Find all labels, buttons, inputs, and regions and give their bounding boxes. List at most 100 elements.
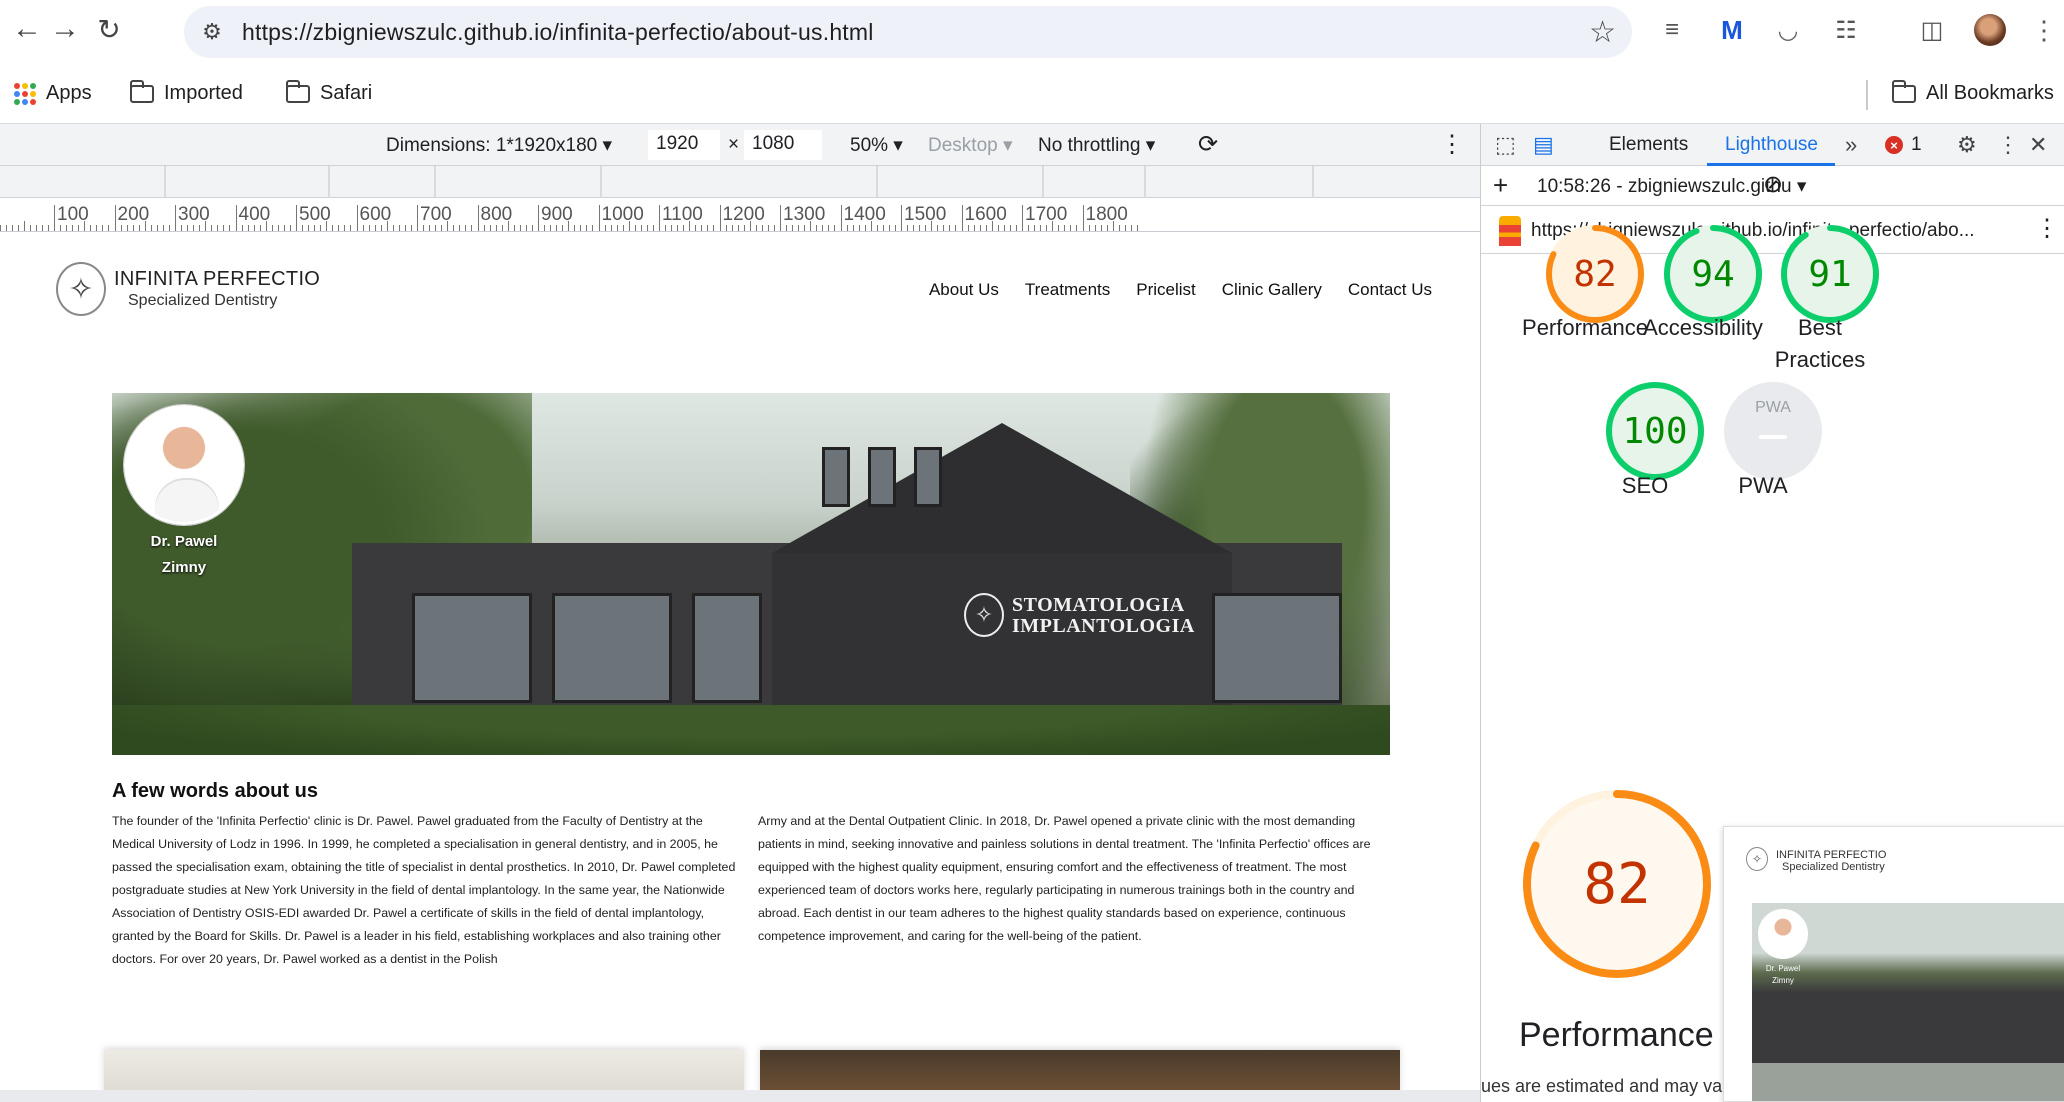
nav-link-pricelist[interactable]: Pricelist bbox=[1136, 280, 1196, 300]
device-type-dropdown[interactable]: Desktop ▾ bbox=[928, 134, 1013, 157]
score-value: 94 bbox=[1691, 253, 1735, 295]
hero-window bbox=[692, 593, 762, 703]
reload-icon[interactable]: ↻ bbox=[92, 12, 126, 46]
clear-reports-icon[interactable]: ⊘ bbox=[1763, 170, 1783, 199]
puzzle-extensions-icon[interactable]: ☷ bbox=[1830, 14, 1862, 46]
media-query-tick[interactable] bbox=[328, 166, 330, 198]
more-tabs-icon[interactable]: » bbox=[1845, 132, 1857, 158]
dimensions-dropdown[interactable]: Dimensions: 1*1920x180 ▾ bbox=[386, 134, 612, 157]
ruler-tick bbox=[23, 221, 25, 231]
ruler-tick bbox=[398, 225, 400, 231]
media-query-tick[interactable] bbox=[1312, 166, 1314, 198]
site-settings-icon[interactable]: ⚙ bbox=[198, 18, 226, 46]
ruler-tick bbox=[271, 225, 273, 231]
address-url[interactable]: https://zbigniewszulc.github.io/infinita… bbox=[242, 19, 874, 46]
building-sign-logo-icon: ✧ bbox=[964, 593, 1004, 637]
ruler-tick bbox=[338, 225, 340, 231]
media-query-tick[interactable] bbox=[1144, 166, 1146, 198]
nav-link-treatments[interactable]: Treatments bbox=[1025, 280, 1110, 300]
devtools-menu-icon[interactable]: ⋮ bbox=[1997, 132, 2019, 158]
ruler-tick bbox=[828, 225, 830, 231]
score-label: Accessibility bbox=[1643, 315, 1763, 340]
media-query-tick[interactable] bbox=[600, 166, 602, 198]
about-text-col-2: Army and at the Dental Outpatient Clinic… bbox=[758, 814, 1371, 943]
score-gauge-seo[interactable]: 100 bbox=[1603, 379, 1707, 483]
media-query-bar[interactable] bbox=[0, 166, 1480, 198]
tab-lighthouse[interactable]: Lighthouse bbox=[1725, 134, 1818, 156]
report-menu-icon[interactable]: ⋮ bbox=[2035, 214, 2059, 243]
dimension-times: × bbox=[728, 134, 740, 155]
hero-window bbox=[552, 593, 672, 703]
tab-search-icon[interactable]: ≡ bbox=[1656, 14, 1688, 46]
address-bar[interactable]: ⚙ https://zbigniewszulc.github.io/infini… bbox=[184, 6, 1632, 58]
media-query-tick[interactable] bbox=[164, 166, 166, 198]
score-label: Best Practices bbox=[1774, 315, 1866, 372]
device-toolbar-menu-icon[interactable]: ⋮ bbox=[1440, 130, 1464, 159]
media-query-tick[interactable] bbox=[1042, 166, 1044, 198]
ruler-tick bbox=[211, 225, 213, 231]
height-input[interactable]: 1080 bbox=[744, 130, 822, 160]
bookmarks-divider bbox=[1866, 80, 1868, 110]
kebab-menu-icon[interactable]: ⋮ bbox=[2028, 14, 2060, 46]
site-brand[interactable]: INFINITA PERFECTIO bbox=[114, 268, 320, 291]
new-report-icon[interactable]: + bbox=[1493, 170, 1508, 201]
settings-gear-icon[interactable]: ⚙ bbox=[1957, 132, 1977, 158]
ruler-tick bbox=[162, 225, 164, 231]
score-gauge-best-practices[interactable]: 91 bbox=[1778, 222, 1882, 326]
horizontal-scrollbar[interactable] bbox=[0, 1090, 1480, 1102]
media-query-tick[interactable] bbox=[434, 166, 436, 198]
profile-avatar[interactable] bbox=[1974, 14, 2006, 46]
thumb-tagline: Specialized Dentistry bbox=[1782, 861, 1885, 873]
ruler-label: 200 bbox=[117, 204, 150, 225]
performance-big-score: 82 bbox=[1583, 851, 1651, 917]
ruler-tick bbox=[108, 225, 110, 231]
extension-arc-icon[interactable]: ◡ bbox=[1772, 14, 1804, 46]
ruler-tick bbox=[471, 225, 473, 231]
tab-elements[interactable]: Elements bbox=[1609, 134, 1688, 156]
back-arrow-icon[interactable]: ← bbox=[10, 12, 44, 46]
bookmark-apps[interactable]: Apps bbox=[14, 82, 92, 105]
nav-link-about[interactable]: About Us bbox=[929, 280, 999, 300]
rotate-icon[interactable]: ⟳ bbox=[1198, 130, 1218, 159]
lighthouse-icon bbox=[1499, 216, 1521, 246]
building-sign: STOMATOLOGIA IMPLANTOLOGIA bbox=[1012, 595, 1195, 637]
score-gauge-accessibility[interactable]: 94 bbox=[1661, 222, 1765, 326]
ruler-tick bbox=[707, 225, 709, 231]
bookmark-star-icon[interactable]: ☆ bbox=[1589, 15, 1616, 50]
error-count[interactable]: 1 bbox=[1911, 134, 1922, 156]
ruler-tick bbox=[840, 205, 842, 231]
nav-link-contact[interactable]: Contact Us bbox=[1348, 280, 1432, 300]
all-bookmarks[interactable]: All Bookmarks bbox=[1891, 79, 2054, 105]
final-screenshot-thumbnail[interactable]: ✧ INFINITA PERFECTIO Specialized Dentist… bbox=[1723, 826, 2064, 1102]
folder-icon bbox=[1891, 79, 1916, 103]
score-gauge-pwa[interactable]: PWA bbox=[1721, 379, 1825, 483]
side-panel-icon[interactable]: ◫ bbox=[1916, 14, 1948, 46]
ruler-tick bbox=[404, 225, 406, 231]
pwa-dash-icon bbox=[1759, 435, 1787, 439]
score-gauge-performance[interactable]: 82 bbox=[1543, 222, 1647, 326]
ruler-label: 500 bbox=[299, 204, 331, 225]
media-query-tick[interactable] bbox=[876, 166, 878, 198]
clinic-logo-icon[interactable]: ✧ bbox=[56, 262, 106, 316]
hero-hedge bbox=[112, 705, 1390, 755]
nav-link-gallery[interactable]: Clinic Gallery bbox=[1222, 280, 1322, 300]
device-toggle-icon[interactable]: ▤ bbox=[1533, 132, 1554, 158]
throttling-dropdown[interactable]: No throttling ▾ bbox=[1038, 134, 1155, 157]
width-input[interactable]: 1920 bbox=[648, 130, 720, 160]
forward-arrow-icon[interactable]: → bbox=[48, 12, 82, 46]
ruler-tick bbox=[356, 205, 358, 231]
inspect-element-icon[interactable]: ⬚ bbox=[1495, 132, 1516, 158]
error-icon[interactable]: × bbox=[1885, 136, 1903, 154]
bookmark-label: Imported bbox=[164, 82, 243, 104]
ruler-label: 400 bbox=[238, 204, 271, 225]
bookmark-safari[interactable]: Safari bbox=[285, 79, 372, 105]
bookmark-imported[interactable]: Imported bbox=[129, 79, 243, 105]
zoom-dropdown[interactable]: 50% ▾ bbox=[850, 134, 903, 157]
extension-m-icon[interactable]: M bbox=[1716, 14, 1748, 46]
close-icon[interactable]: ✕ bbox=[2029, 132, 2047, 158]
ruler-tick bbox=[223, 225, 225, 231]
ruler-tick bbox=[894, 225, 896, 231]
devtools-tabbar: ⬚ ▤ Elements Lighthouse » × 1 ⚙ ⋮ ✕ bbox=[1481, 124, 2064, 166]
ruler-tick bbox=[1136, 225, 1138, 231]
thumb-doctor-avatar bbox=[1758, 909, 1808, 959]
